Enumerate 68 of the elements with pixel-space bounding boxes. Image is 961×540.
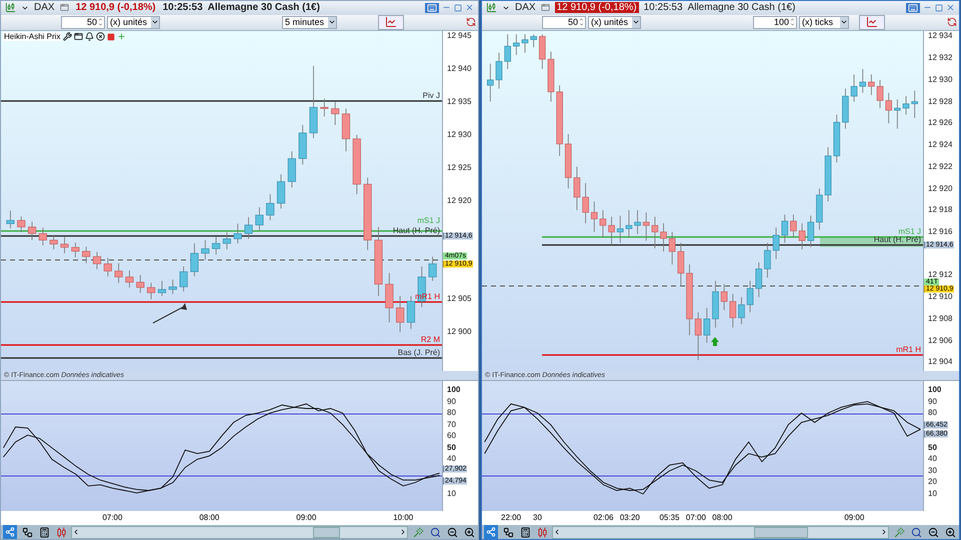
level-label: mS1 J [417, 216, 440, 225]
instrument-name: Allemagne 30 Cash (1€) [688, 2, 796, 14]
level-label: mS1 J [898, 227, 921, 236]
axis-tick: 50 [447, 444, 456, 452]
axis-tick: 10 [447, 490, 456, 498]
axis-tick: 12 910 [928, 293, 952, 302]
axis-tick: 12 918 [928, 206, 952, 214]
axis-tick: 12 926 [928, 119, 952, 128]
level-label: Bas (J. Pré) [398, 348, 440, 357]
level-label: R2 M [420, 335, 440, 344]
axis-tick: 70 [447, 420, 456, 429]
axis-tick: 12 940 [447, 65, 472, 74]
indicator-name: Heikin-Ashi Prix [3, 32, 62, 41]
quote-time: 10:25:53 [162, 2, 203, 14]
axis-tick: 12 920 [928, 184, 952, 192]
axis-tick: 12 916 [928, 228, 952, 236]
instrument-name: Allemagne 30 Cash (1€) [208, 2, 320, 14]
time-label: 30 [533, 513, 542, 522]
time-label: 03:20 [620, 513, 640, 522]
axis-tick: 40 [447, 455, 456, 464]
axis-tick: 12 924 [928, 141, 952, 150]
axis-tick: 10 [928, 490, 937, 498]
axis-tick: 12 925 [447, 164, 472, 172]
symbol-name: DAX [34, 2, 55, 14]
time-label: 08:00 [199, 513, 220, 522]
axis-tick: 12 934 [928, 32, 952, 40]
time-label: 07:00 [102, 513, 122, 522]
level-label: Piv J [422, 91, 440, 100]
level-label: Haut (H. Pré) [874, 235, 921, 244]
axis-tick: 90 [928, 398, 937, 406]
symbol-name: DAX [515, 2, 536, 14]
time-label: 05:35 [659, 513, 680, 522]
axis-tick: 12 945 [447, 32, 472, 40]
price-change: 12 910,9 (-0,18%) [554, 2, 639, 14]
axis-tick: 12 900 [447, 328, 472, 336]
time-label: 22:00 [501, 513, 522, 522]
axis-tick: 80 [928, 409, 937, 418]
axis-tick: 12 906 [928, 336, 952, 345]
level-label: mR1 H [896, 345, 921, 354]
axis-tick: 12 905 [447, 295, 472, 304]
axis-tick: 12 935 [447, 98, 472, 106]
axis-tick: 90 [447, 398, 456, 406]
axis-tick: 12 930 [928, 76, 952, 84]
time-label: 09:00 [296, 513, 316, 522]
level-label: mR1 H [415, 292, 440, 301]
time-label: 07:00 [686, 513, 706, 522]
quote-time: 10:25:53 [644, 2, 683, 14]
axis-tick: 20 [928, 478, 937, 486]
axis-tick: 60 [447, 432, 456, 440]
axis-tick: 12 920 [447, 196, 472, 205]
axis-tick: 12 912 [928, 271, 952, 280]
axis-tick: 100 [928, 386, 942, 394]
price-change: 12 910,9 (-0,18%) [74, 2, 157, 14]
axis-tick: 12 908 [928, 314, 952, 323]
axis-tick: 12 930 [447, 130, 472, 139]
time-label: 02:06 [593, 513, 614, 522]
time-label: 10:00 [393, 513, 414, 522]
axis-tick: 50 [928, 444, 937, 452]
time-label: 09:00 [844, 513, 864, 522]
axis-tick: 40 [928, 455, 937, 464]
axis-tick: 12 922 [928, 162, 952, 171]
axis-tick: 80 [447, 409, 456, 418]
axis-tick: 100 [447, 386, 460, 394]
axis-tick: 12 904 [928, 358, 952, 366]
axis-tick: 12 932 [928, 54, 952, 62]
time-label: 08:00 [712, 513, 732, 522]
axis-tick: 12 928 [928, 98, 952, 106]
axis-tick: 30 [928, 466, 937, 475]
